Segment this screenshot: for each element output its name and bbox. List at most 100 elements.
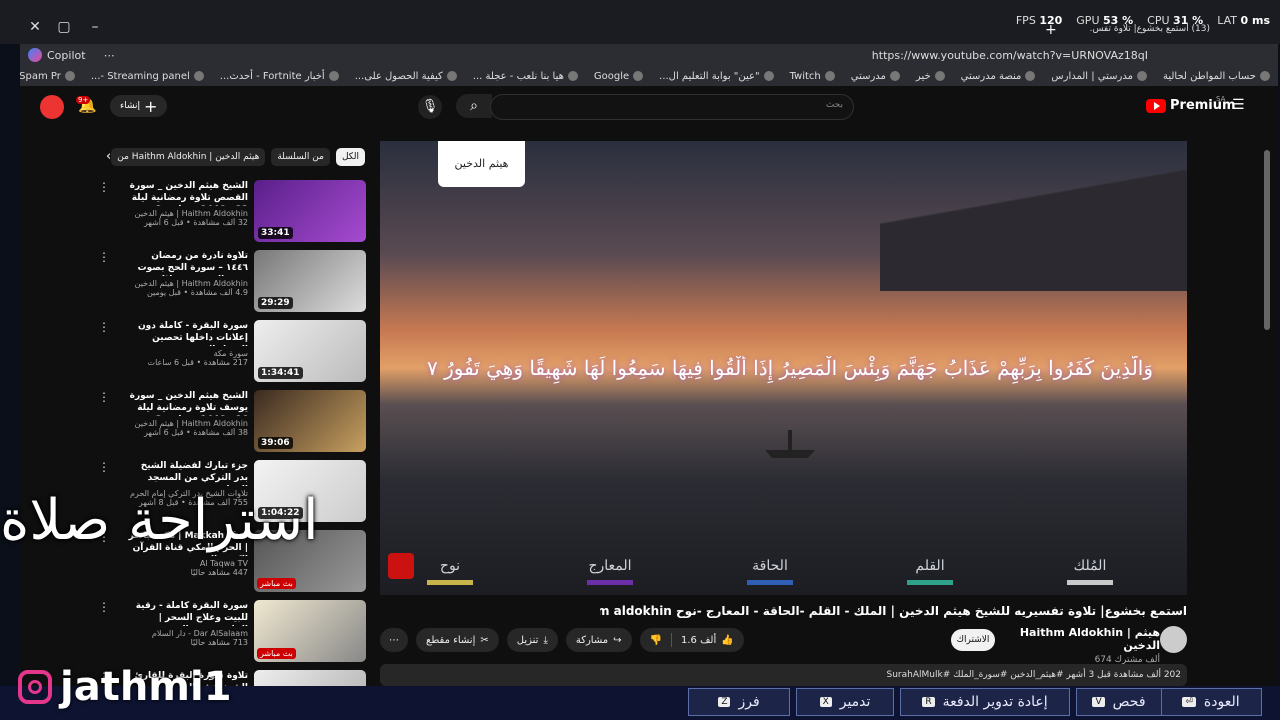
filter-chip[interactable]: من Haithm Aldokhin | هيثم الدخين bbox=[111, 148, 266, 166]
surah-color-bar bbox=[747, 580, 793, 585]
video-thumbnail[interactable]: 39:06 bbox=[254, 390, 366, 452]
duration-badge: بث مباشر bbox=[257, 578, 296, 589]
bookmark-item[interactable]: منصة مدرستي bbox=[953, 71, 1044, 82]
playlist-item-channel[interactable]: سورة مكة bbox=[128, 349, 248, 358]
kebab-menu-icon[interactable]: ⋮ bbox=[98, 600, 110, 614]
close-window-button[interactable]: ✕ bbox=[22, 14, 48, 40]
like-count[interactable]: 1.6 ألف bbox=[681, 635, 716, 646]
clip-button[interactable]: إنشاء مقطع ✂ bbox=[416, 628, 499, 652]
playlist-item-title[interactable]: سورة البقرة - كاملة دون إعلانات داخلها ت… bbox=[128, 320, 248, 346]
dislike-icon[interactable]: 👎 bbox=[650, 635, 662, 646]
video-title: استمع بخشوع| تلاوة تفسيريه للشيخ هيثم ال… bbox=[600, 604, 1187, 618]
video-thumbnail[interactable]: 29:29 bbox=[254, 250, 366, 312]
kebab-menu-icon[interactable]: ⋮ bbox=[98, 250, 110, 264]
mic-icon[interactable]: 🎙 bbox=[418, 95, 442, 119]
create-button[interactable]: إنشاء + bbox=[110, 95, 168, 117]
action-button[interactable]: R إعادة تدوير الدفعة bbox=[900, 688, 1070, 716]
action-button[interactable]: X تدمير bbox=[796, 688, 894, 716]
surah-color-bar bbox=[1067, 580, 1113, 585]
bookmark-item[interactable]: هيا بنا نلعب - عجلة ... bbox=[465, 71, 586, 82]
filter-chip[interactable]: من السلسلة bbox=[271, 148, 330, 166]
like-icon[interactable]: 👍 bbox=[721, 635, 733, 646]
bookmark-icon bbox=[633, 71, 644, 81]
kebab-menu-icon[interactable]: ⋮ bbox=[98, 320, 110, 334]
channel-name[interactable]: Haithm Aldokhin | هيثم الدخين bbox=[1010, 626, 1160, 652]
maximize-window-button[interactable]: ▢ bbox=[51, 14, 77, 40]
video-thumbnail[interactable]: بث مباشر bbox=[254, 600, 366, 662]
more-actions-button[interactable]: ⋯ bbox=[380, 628, 408, 652]
playlist-item-title[interactable]: جزء تبارك لفضيلة الشيخ بدر التركي من الم… bbox=[128, 460, 248, 486]
playlist-item[interactable]: بث مباشر سورة البقرة كاملة - رقية للبيت و… bbox=[98, 600, 366, 666]
bookmark-icon bbox=[64, 71, 75, 81]
playlist-item-text: الشيخ هيثم الدخين _ سورة يوسف تلاوة رمضا… bbox=[128, 390, 248, 437]
playlist-item-channel[interactable]: Haithm Aldokhin | هيثم الدخين bbox=[128, 419, 248, 428]
playlist-item[interactable]: 33:41 الشيخ هيثم الدخين _ سورة القصص تلاو… bbox=[98, 180, 366, 246]
duration-badge: 39:06 bbox=[258, 437, 293, 449]
playlist-item-title[interactable]: تلاوة نادرة من رمضان ١٤٤٦ – سورة الحج بص… bbox=[128, 250, 248, 276]
playlist-item-title[interactable]: الشيخ هيثم الدخين _ سورة يوسف تلاوة رمضا… bbox=[128, 390, 248, 416]
scissors-icon: ✂ bbox=[480, 634, 489, 646]
scrollbar[interactable] bbox=[1264, 150, 1270, 330]
copilot-label[interactable]: Copilot bbox=[47, 49, 86, 62]
kebab-menu-icon[interactable]: ⋮ bbox=[98, 390, 110, 404]
channel-avatar[interactable] bbox=[1160, 626, 1187, 653]
menu-icon[interactable]: ☰ bbox=[1232, 97, 1245, 113]
bookmark-item[interactable]: Nightbot - Spam Pr... bbox=[20, 71, 83, 82]
playlist-item-meta: 4.9 ألف مشاهدة • قبل يومين bbox=[146, 288, 248, 297]
bookmark-icon bbox=[446, 71, 457, 81]
bookmark-item[interactable]: Twitch bbox=[782, 71, 843, 82]
search-button[interactable]: ⌕ bbox=[456, 94, 492, 118]
bookmark-item[interactable]: أخبار Fortnite - أحدث... bbox=[212, 71, 347, 82]
download-button[interactable]: تنزيل ⤓ bbox=[506, 628, 558, 652]
mountain-shape bbox=[880, 141, 1187, 291]
bookmark-item[interactable]: مدرستي bbox=[843, 71, 908, 82]
bookmark-item[interactable]: حساب المواطن لحالية bbox=[1155, 71, 1278, 82]
chevron-left-icon[interactable]: ‹ bbox=[106, 149, 111, 164]
filter-chip[interactable]: الكل bbox=[335, 148, 365, 166]
bookmark-icon bbox=[328, 71, 339, 81]
stream-overlay-text: استراحة صلاة bbox=[0, 488, 319, 553]
channel-info: Haithm Aldokhin | هيثم الدخين 674 ألف مش… bbox=[1010, 626, 1160, 665]
kebab-menu-icon[interactable]: ⋮ bbox=[98, 180, 110, 194]
video-description[interactable]: 202 ألف مشاهدة قبل 3 أشهر #هيثم_الدخين #… bbox=[380, 664, 1187, 686]
subscribe-button[interactable]: الاشتراك bbox=[951, 629, 995, 651]
playlist-item-text: الشيخ هيثم الدخين _ سورة القصص تلاوة رمض… bbox=[128, 180, 248, 227]
more-icon[interactable]: ⋯ bbox=[104, 49, 115, 62]
playlist-item[interactable]: 1:34:41 سورة البقرة - كاملة دون إعلانات د… bbox=[98, 320, 366, 386]
account-avatar[interactable] bbox=[40, 95, 64, 119]
bookmark-item[interactable]: خير bbox=[908, 71, 953, 82]
action-label: فحص bbox=[1112, 694, 1146, 710]
playlist-item-title[interactable]: سورة البقرة كاملة - رقية للبيت وعلاج الس… bbox=[128, 600, 248, 626]
surah-label: المعارج bbox=[560, 558, 660, 598]
playlist-item-meta: 32 ألف مشاهدة • قبل 6 أشهر bbox=[144, 218, 248, 227]
search-input[interactable]: بحث bbox=[490, 94, 854, 120]
action-button[interactable]: Z فرز bbox=[688, 688, 790, 716]
playlist-item-channel[interactable]: Haithm Aldokhin | هيثم الدخين bbox=[128, 209, 248, 218]
playlist-item-meta: 38 ألف مشاهدة • قبل 6 أشهر bbox=[144, 428, 248, 437]
playlist-item-meta: 713 مشاهد حاليًا bbox=[190, 638, 248, 647]
playlist-item-title[interactable]: الشيخ هيثم الدخين _ سورة القصص تلاوة رمض… bbox=[128, 180, 248, 206]
bookmark-item[interactable]: Streaming panel -... bbox=[83, 71, 212, 82]
bookmark-item[interactable]: مدرستي | المدارس bbox=[1043, 71, 1155, 82]
playlist-item[interactable]: 29:29 تلاوة نادرة من رمضان ١٤٤٦ – سورة ال… bbox=[98, 250, 366, 316]
video-thumbnail[interactable]: 33:41 bbox=[254, 180, 366, 242]
bookmark-item[interactable]: "عين" بوابة التعليم ال... bbox=[651, 71, 781, 82]
instagram-icon bbox=[18, 670, 52, 704]
duration-badge: 33:41 bbox=[258, 227, 293, 239]
playlist-item-channel[interactable]: Haithm Aldokhin | هيثم الدخين bbox=[128, 279, 248, 288]
playlist-item-text: تلاوة نادرة من رمضان ١٤٤٦ – سورة الحج بص… bbox=[128, 250, 248, 297]
bookmark-item[interactable]: كيفية الحصول على... bbox=[347, 71, 465, 82]
playlist-item-channel[interactable]: Dar AlSalaam - دار السلام bbox=[128, 629, 248, 638]
minimize-window-button[interactable]: – bbox=[82, 14, 108, 40]
playlist-item-channel[interactable]: Al Taqwa TV bbox=[128, 559, 248, 568]
kebab-menu-icon[interactable]: ⋮ bbox=[98, 460, 110, 474]
share-icon: ↪ bbox=[613, 634, 622, 646]
playlist-item[interactable]: 39:06 الشيخ هيثم الدخين _ سورة يوسف تلاوة… bbox=[98, 390, 366, 456]
copilot-icon[interactable] bbox=[28, 48, 42, 62]
video-thumbnail[interactable]: 1:34:41 bbox=[254, 320, 366, 382]
action-button[interactable]: ⏎ العودة bbox=[1160, 688, 1262, 716]
bookmark-item[interactable]: Google bbox=[586, 71, 651, 82]
share-button[interactable]: مشاركة ↪ bbox=[565, 628, 632, 652]
action-button[interactable]: V فحص bbox=[1076, 688, 1162, 716]
url-field[interactable]: https://www.youtube.com/watch?v=URNOVAz1… bbox=[872, 49, 1148, 62]
